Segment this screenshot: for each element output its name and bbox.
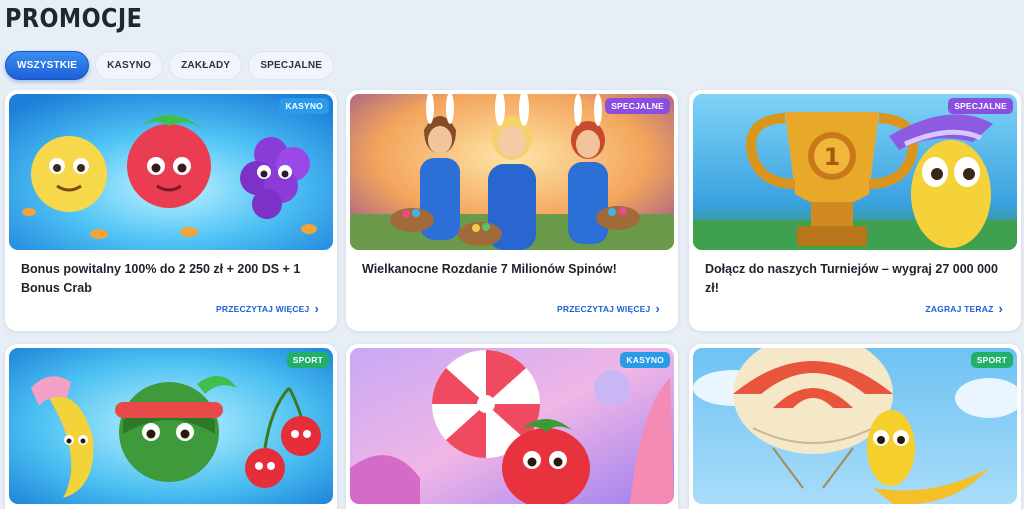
promo-card[interactable]: SPORT	[689, 344, 1021, 509]
filter-bets[interactable]: ZAKŁADY	[169, 51, 243, 80]
chevron-right-icon: ›	[998, 301, 1003, 316]
filter-special[interactable]: SPECJALNE	[248, 51, 335, 80]
play-now-link[interactable]: ZAGRAJ TERAZ ›	[925, 301, 1003, 316]
read-more-link[interactable]: PRZECZYTAJ WIĘCEJ ›	[216, 301, 319, 316]
promo-card[interactable]: 1 SPECJALNE Dołącz do naszych Turniejów …	[689, 90, 1021, 331]
category-badge: KASYNO	[620, 352, 670, 368]
category-badge: SPORT	[970, 352, 1013, 368]
promo-image-candy: KASYNO	[350, 348, 674, 504]
cta-label: PRZECZYTAJ WIĘCEJ	[557, 304, 651, 314]
category-badge: SPECJALNE	[605, 98, 670, 114]
promo-card[interactable]: KASYNO Bonus powitalny 100% do 2 250 zł …	[5, 90, 337, 331]
category-badge: SPECJALNE	[948, 98, 1013, 114]
promo-image-fruits-sport: SPORT	[9, 348, 333, 504]
promo-image-balloon: SPORT	[693, 348, 1017, 504]
filter-bar: WSZYSTKIE KASYNO ZAKŁADY SPECJALNE	[5, 51, 335, 80]
promo-image-easter: SPECJALNE	[350, 94, 674, 250]
promo-card[interactable]: KASYNO	[346, 344, 678, 509]
promo-image-fruits: KASYNO	[9, 94, 333, 250]
filter-all[interactable]: WSZYSTKIE	[5, 51, 90, 80]
promo-image-trophy: 1 SPECJALNE	[693, 94, 1017, 250]
promo-card[interactable]: SPORT	[5, 344, 337, 509]
read-more-link[interactable]: PRZECZYTAJ WIĘCEJ ›	[557, 301, 660, 316]
promo-title: Bonus powitalny 100% do 2 250 zł + 200 D…	[21, 262, 301, 295]
promo-title: Dołącz do naszych Turniejów – wygraj 27 …	[705, 262, 998, 295]
promo-title: Wielkanocne Rozdanie 7 Milionów Spinów!	[362, 262, 617, 276]
chevron-right-icon: ›	[655, 301, 660, 316]
filter-casino[interactable]: KASYNO	[95, 51, 164, 80]
page-title: PROMOCJE	[5, 4, 143, 34]
cta-label: ZAGRAJ TERAZ	[925, 304, 994, 314]
cta-label: PRZECZYTAJ WIĘCEJ	[216, 304, 310, 314]
category-badge: KASYNO	[279, 98, 329, 114]
promo-card[interactable]: SPECJALNE Wielkanocne Rozdanie 7 Milionó…	[346, 90, 678, 331]
chevron-right-icon: ›	[314, 301, 319, 316]
svg-text:1: 1	[824, 143, 841, 171]
category-badge: SPORT	[286, 352, 329, 368]
